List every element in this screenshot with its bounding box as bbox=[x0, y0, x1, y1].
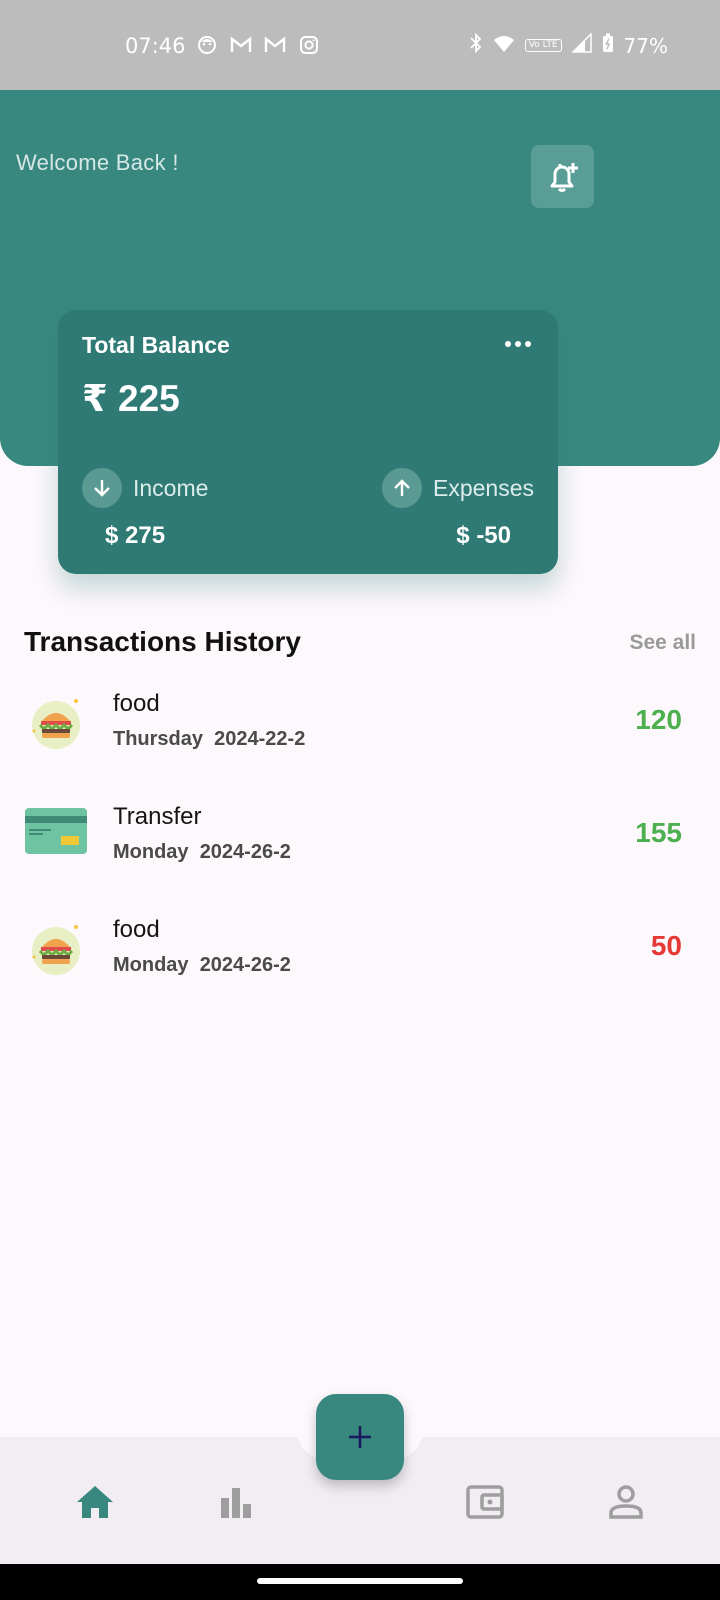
add-transaction-button[interactable] bbox=[316, 1394, 404, 1480]
status-time: 07:46 bbox=[125, 34, 186, 58]
expenses-label: Expenses bbox=[432, 474, 534, 501]
home-gesture-handle[interactable] bbox=[257, 1578, 463, 1584]
income-label: Income bbox=[133, 474, 209, 501]
nav-stats[interactable] bbox=[214, 1480, 258, 1524]
transaction-row[interactable]: food Thursday 2024-22-2 120 bbox=[0, 686, 720, 776]
transaction-amount: 50 bbox=[650, 930, 682, 961]
transaction-date: Monday 2024-26-2 bbox=[113, 954, 291, 977]
battery-percent: 77% bbox=[623, 33, 668, 58]
burger-icon bbox=[24, 917, 88, 981]
balance-card: Total Balance ₹ 225 Income Expenses $ 27… bbox=[58, 310, 558, 574]
nav-profile[interactable] bbox=[604, 1480, 648, 1524]
transaction-name: food bbox=[113, 916, 160, 943]
income-value: $ 275 bbox=[105, 522, 166, 549]
gmail-icon bbox=[264, 34, 286, 56]
nav-wallet[interactable] bbox=[463, 1480, 507, 1524]
transaction-date: Thursday 2024-22-2 bbox=[113, 728, 305, 751]
transaction-date-value: 2024-26-2 bbox=[199, 954, 291, 976]
income-stat: Income bbox=[82, 468, 208, 508]
system-navigation-bar bbox=[0, 1564, 720, 1600]
arrow-up-icon bbox=[381, 468, 422, 508]
transaction-row[interactable]: Transfer Monday 2024-26-2 155 bbox=[0, 799, 720, 889]
add-reminder-button[interactable] bbox=[531, 145, 594, 208]
transaction-row[interactable]: food Monday 2024-26-2 50 bbox=[0, 912, 720, 1002]
nav-home[interactable] bbox=[73, 1480, 117, 1524]
gmail-icon bbox=[230, 34, 252, 56]
card-title: Total Balance bbox=[82, 332, 230, 358]
transaction-name: food bbox=[113, 690, 160, 717]
volte-icon: Vo LTE bbox=[524, 39, 562, 52]
bar-chart-icon bbox=[221, 1488, 251, 1518]
transaction-day: Monday bbox=[113, 954, 189, 976]
burger-icon bbox=[24, 691, 88, 755]
transaction-amount: 155 bbox=[635, 817, 682, 848]
notification-icons bbox=[196, 34, 320, 56]
credit-card-icon bbox=[24, 798, 88, 862]
transactions-title: Transactions History bbox=[24, 626, 301, 657]
transaction-date-value: 2024-26-2 bbox=[199, 841, 291, 863]
battery-icon bbox=[602, 33, 614, 58]
expenses-stat: Expenses bbox=[381, 468, 534, 508]
home-icon bbox=[77, 1486, 113, 1518]
face-icon bbox=[196, 34, 218, 56]
more-horizontal-icon[interactable] bbox=[504, 328, 532, 356]
person-icon bbox=[609, 1485, 643, 1519]
bell-plus-icon bbox=[550, 162, 578, 192]
transaction-day: Thursday bbox=[113, 728, 204, 750]
transaction-day: Monday bbox=[113, 841, 189, 863]
transaction-date: Monday 2024-26-2 bbox=[113, 841, 291, 864]
welcome-text: Welcome Back ! bbox=[16, 150, 179, 175]
instagram-icon bbox=[298, 34, 320, 56]
signal-icon bbox=[570, 32, 592, 58]
see-all-link[interactable]: See all bbox=[629, 631, 696, 655]
system-icons: Vo LTE 77% bbox=[469, 32, 668, 58]
bluetooth-icon bbox=[469, 32, 483, 58]
transaction-name: Transfer bbox=[113, 803, 202, 830]
expenses-value: $ -50 bbox=[456, 522, 511, 549]
transaction-amount: 120 bbox=[635, 704, 682, 735]
total-balance-amount: ₹ 225 bbox=[82, 378, 180, 419]
status-bar: 07:46 Vo LTE 77% bbox=[0, 0, 720, 90]
transaction-date-value: 2024-22-2 bbox=[214, 728, 306, 750]
plus-icon bbox=[349, 1426, 371, 1448]
wallet-icon bbox=[466, 1485, 504, 1519]
arrow-down-icon bbox=[82, 468, 122, 508]
wifi-icon bbox=[493, 34, 515, 58]
